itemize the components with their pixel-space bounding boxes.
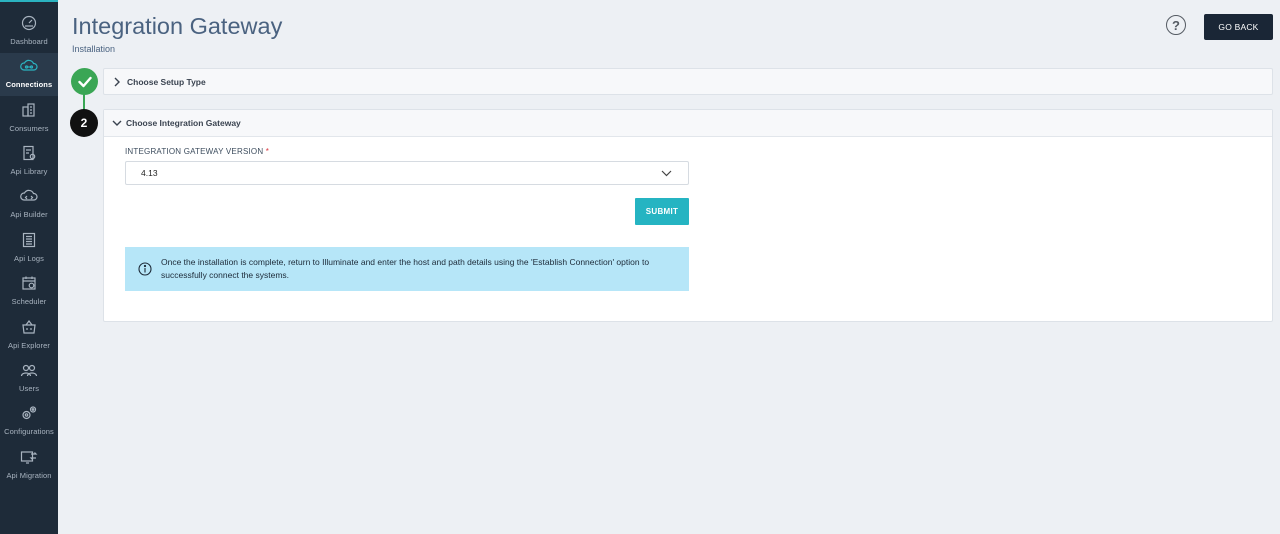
dashboard-icon [20,14,38,32]
connections-icon [20,57,38,75]
version-select-value: 4.13 [141,168,158,178]
breadcrumb: Installation [72,44,116,54]
sidebar-item-label: Api Migration [6,471,52,480]
sidebar-item-label: Api Library [10,167,48,176]
version-select[interactable]: 4.13 [125,161,689,185]
version-label-text: INTEGRATION GATEWAY VERSION [125,147,264,156]
sidebar-item-api-library[interactable]: Api Library [0,140,58,183]
help-icon[interactable]: ? [1166,15,1186,35]
step-2-title: Choose Integration Gateway [126,118,241,128]
sidebar-item-label: Consumers [9,124,49,133]
sidebar-item-api-logs[interactable]: Api Logs [0,227,58,270]
sidebar-item-label: Users [18,384,40,393]
info-banner: Once the installation is complete, retur… [125,247,689,291]
api-library-icon [20,144,38,162]
step-2-panel: Choose Integration Gateway INTEGRATION G… [103,109,1273,322]
sidebar: Dashboard Connections Consumers Api Libr… [0,0,58,534]
help-icon-glyph: ? [1172,17,1180,33]
chevron-right-icon [114,77,120,86]
info-icon [138,262,152,276]
sidebar-item-users[interactable]: Users [0,357,58,400]
step-2-badge: 2 [70,109,98,137]
required-mark: * [265,147,270,156]
sidebar-item-label: Api Logs [14,254,44,263]
page-title: Integration Gateway [72,13,283,39]
step-1-title: Choose Setup Type [127,76,206,87]
scheduler-icon [20,274,38,292]
step-1-complete-badge [71,68,98,95]
sidebar-item-label: Api Explorer [7,341,51,350]
check-icon [77,76,92,87]
sidebar-item-consumers[interactable]: Consumers [0,97,58,140]
api-builder-icon [20,187,38,205]
sidebar-item-configurations[interactable]: Configurations [0,400,58,443]
api-migration-icon [20,448,38,466]
sidebar-item-scheduler[interactable]: Scheduler [0,270,58,313]
step-1-header[interactable]: Choose Setup Type [103,68,1273,95]
submit-button[interactable]: SUBMIT [635,198,689,225]
go-back-button[interactable]: GO BACK [1204,14,1273,40]
users-icon [20,361,38,379]
sidebar-item-label: Connections [5,80,53,89]
sidebar-item-api-explorer[interactable]: Api Explorer [0,314,58,357]
sidebar-item-api-migration[interactable]: Api Migration [0,444,58,487]
sidebar-item-label: Api Builder [10,210,48,219]
sidebar-item-label: Configurations [4,427,54,436]
sidebar-item-api-builder[interactable]: Api Builder [0,183,58,226]
sidebar-item-dashboard[interactable]: Dashboard [0,10,58,53]
version-field-label: INTEGRATION GATEWAY VERSION * [125,147,269,156]
api-explorer-icon [20,318,38,336]
sidebar-item-connections[interactable]: Connections [0,53,58,96]
consumers-icon [20,101,38,119]
configurations-icon [20,404,38,422]
api-logs-icon [20,231,38,249]
step-2-header[interactable]: Choose Integration Gateway [104,110,1272,137]
chevron-down-icon [112,120,122,126]
sidebar-item-label: Scheduler [11,297,47,306]
info-message: Once the installation is complete, retur… [161,257,650,280]
chevron-down-icon [661,170,672,176]
sidebar-item-label: Dashboard [10,37,48,46]
